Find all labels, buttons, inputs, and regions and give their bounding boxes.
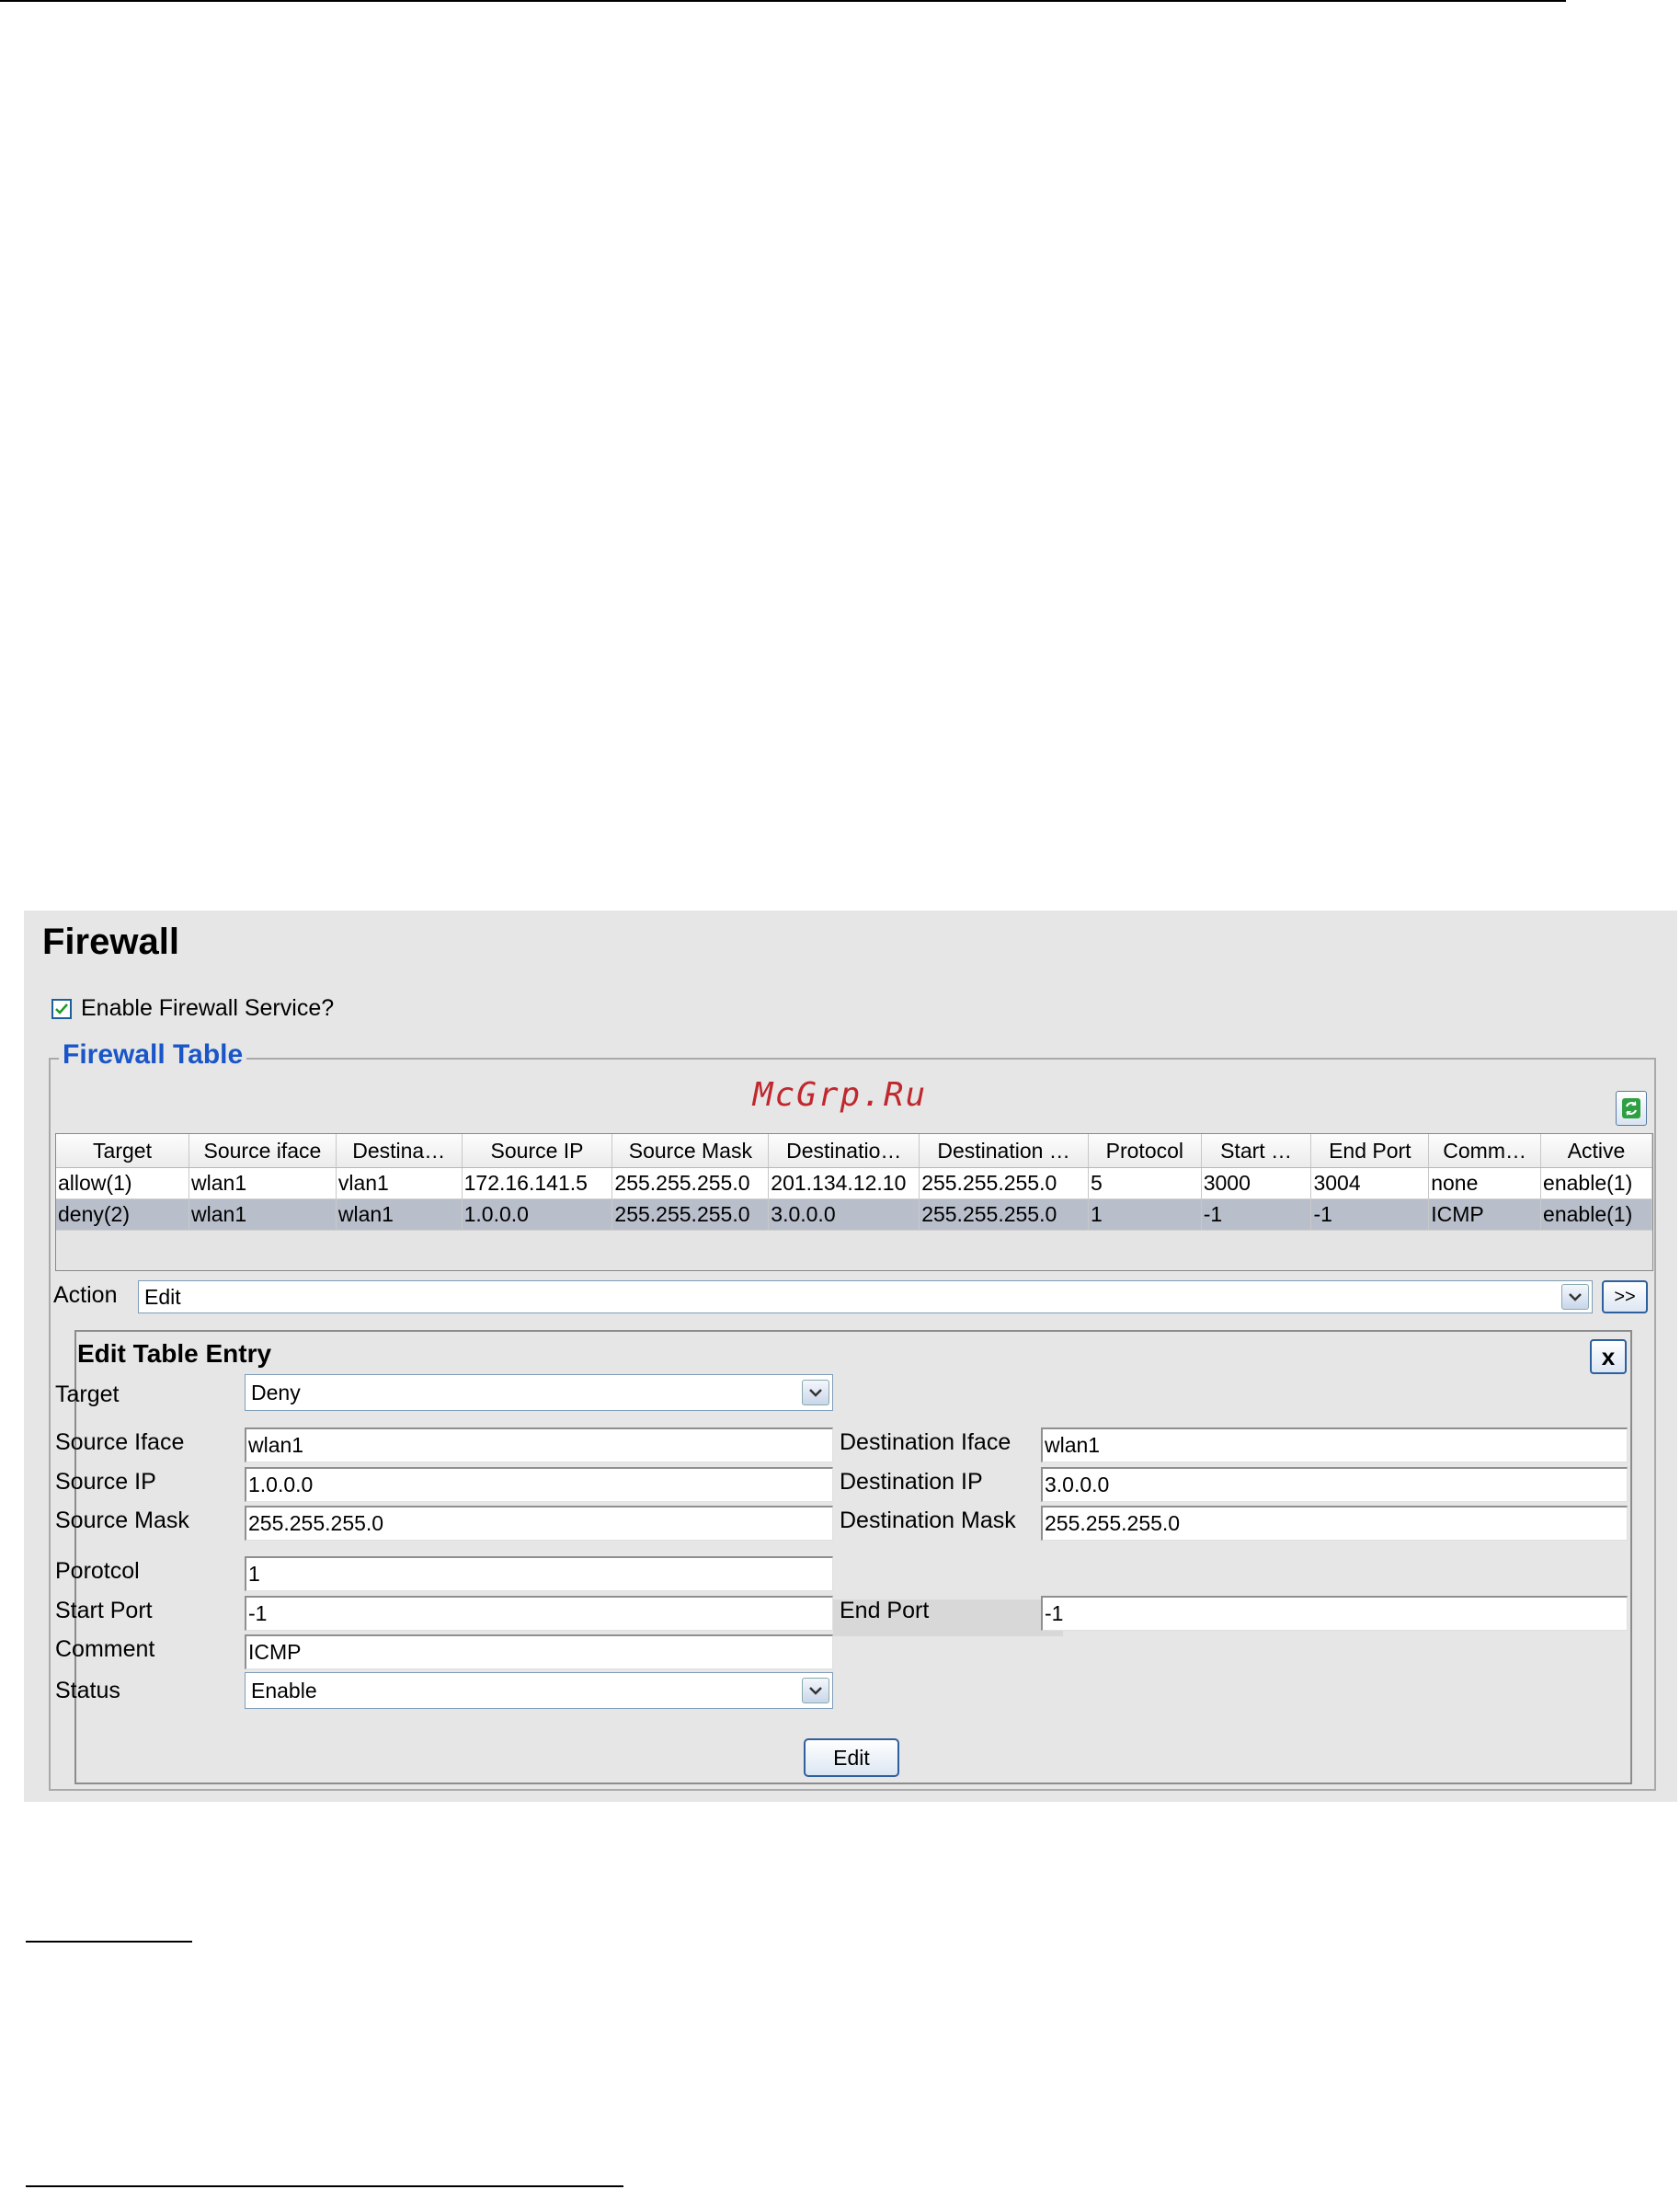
table-cell: 255.255.255.0	[919, 1167, 1089, 1199]
table-cell: enable(1)	[1540, 1167, 1652, 1199]
column-header[interactable]: Active	[1540, 1134, 1652, 1168]
target-select-value: Deny	[251, 1380, 301, 1404]
table-cell: ICMP	[1428, 1198, 1542, 1231]
table-cell: 3.0.0.0	[768, 1198, 920, 1231]
table-cell: 255.255.255.0	[919, 1198, 1089, 1231]
checkmark-icon	[55, 1003, 68, 1015]
protocol-input[interactable]: 1	[245, 1556, 833, 1591]
dest-iface-label: Destination Iface	[840, 1429, 1011, 1455]
table-cell: deny(2)	[56, 1198, 190, 1231]
column-header[interactable]: Start …	[1201, 1134, 1312, 1168]
footer-rule	[26, 2185, 623, 2187]
column-header[interactable]: Destination …	[919, 1134, 1089, 1168]
page-title: Firewall	[42, 922, 179, 962]
top-rule	[0, 0, 1566, 2]
table-cell: wlan1	[336, 1198, 463, 1231]
source-mask-label: Source Mask	[55, 1507, 189, 1533]
source-mask-input[interactable]: 255.255.255.0	[245, 1506, 833, 1541]
enable-firewall-checkbox[interactable]	[51, 998, 72, 1019]
column-header[interactable]: Destinatio…	[768, 1134, 920, 1168]
dest-mask-input[interactable]: 255.255.255.0	[1041, 1506, 1628, 1541]
firewall-table-legend: Firewall Table	[59, 1039, 247, 1071]
dest-iface-input[interactable]: wlan1	[1041, 1427, 1628, 1462]
table-cell: allow(1)	[56, 1167, 190, 1199]
table-cell: 201.134.12.10	[768, 1167, 920, 1199]
comment-input[interactable]: ICMP	[245, 1634, 833, 1669]
start-port-input[interactable]: -1	[245, 1596, 833, 1631]
firewall-table-grid: Target Source iface Destina… Source IP Sourc…	[56, 1134, 1652, 1231]
table-cell: 5	[1088, 1167, 1202, 1199]
footnote-rule	[26, 1941, 192, 1943]
edit-table-entry-title: Edit Table Entry	[77, 1339, 272, 1368]
chevron-down-icon[interactable]	[802, 1380, 829, 1405]
table-cell: 1	[1088, 1198, 1202, 1231]
enable-firewall-label: Enable Firewall Service?	[81, 995, 335, 1021]
column-header[interactable]: Source IP	[462, 1134, 613, 1168]
chevron-down-icon[interactable]	[802, 1678, 829, 1703]
table-cell: -1	[1201, 1198, 1312, 1231]
action-go-button[interactable]: >>	[1602, 1280, 1648, 1313]
action-select[interactable]: Edit	[138, 1280, 1593, 1313]
table-row[interactable]: allow(1) wlan1 vlan1 172.16.141.5 255.255.25…	[56, 1167, 1652, 1199]
action-label: Action	[53, 1282, 118, 1308]
status-select-value: Enable	[251, 1678, 317, 1702]
source-ip-label: Source IP	[55, 1469, 156, 1495]
table-cell: 3004	[1310, 1167, 1430, 1199]
dest-mask-label: Destination Mask	[840, 1507, 1016, 1533]
end-port-label: End Port	[840, 1598, 930, 1623]
end-port-input[interactable]: -1	[1041, 1596, 1628, 1631]
table-cell: none	[1428, 1167, 1542, 1199]
edit-submit-button[interactable]: Edit	[804, 1738, 899, 1777]
table-cell: -1	[1310, 1198, 1430, 1231]
firewall-table: Target Source iface Destina… Source IP Sourc…	[55, 1133, 1653, 1271]
firewall-panel: Firewall Enable Firewall Service? Firewa…	[24, 911, 1677, 1802]
watermark: McGrp.Ru	[752, 1076, 928, 1114]
table-cell: 255.255.255.0	[611, 1198, 770, 1231]
table-cell: 172.16.141.5	[462, 1167, 613, 1199]
column-header[interactable]: End Port	[1310, 1134, 1430, 1168]
column-header[interactable]: Source Mask	[611, 1134, 770, 1168]
status-label: Status	[55, 1678, 120, 1703]
start-port-label: Start Port	[55, 1598, 153, 1623]
column-header[interactable]: Protocol	[1088, 1134, 1202, 1168]
target-select[interactable]: Deny	[245, 1374, 833, 1411]
comment-label: Comment	[55, 1636, 155, 1662]
action-select-value: Edit	[144, 1284, 181, 1309]
column-header[interactable]: Comm…	[1428, 1134, 1542, 1168]
column-header[interactable]: Destina…	[336, 1134, 463, 1168]
column-header[interactable]: Source iface	[189, 1134, 337, 1168]
target-label: Target	[55, 1381, 120, 1407]
source-ip-input[interactable]: 1.0.0.0	[245, 1467, 833, 1502]
close-button[interactable]: x	[1590, 1339, 1627, 1374]
status-select[interactable]: Enable	[245, 1672, 833, 1709]
source-iface-input[interactable]: wlan1	[245, 1427, 833, 1462]
table-row[interactable]: deny(2) wlan1 wlan1 1.0.0.0 255.255.255.0 3.0…	[56, 1198, 1652, 1231]
table-cell: wlan1	[189, 1167, 337, 1199]
chevron-down-icon[interactable]	[1561, 1284, 1589, 1310]
table-cell: wlan1	[189, 1198, 337, 1231]
table-cell: enable(1)	[1540, 1198, 1652, 1231]
table-cell: vlan1	[336, 1167, 463, 1199]
table-cell: 3000	[1201, 1167, 1312, 1199]
protocol-label: Porotcol	[55, 1558, 140, 1584]
enable-firewall-row[interactable]: Enable Firewall Service?	[51, 995, 334, 1022]
dest-ip-input[interactable]: 3.0.0.0	[1041, 1467, 1628, 1502]
table-cell: 1.0.0.0	[462, 1198, 613, 1231]
dest-ip-label: Destination IP	[840, 1469, 983, 1495]
table-cell: 255.255.255.0	[611, 1167, 770, 1199]
source-iface-label: Source Iface	[55, 1429, 185, 1455]
column-header[interactable]: Target	[56, 1134, 190, 1168]
